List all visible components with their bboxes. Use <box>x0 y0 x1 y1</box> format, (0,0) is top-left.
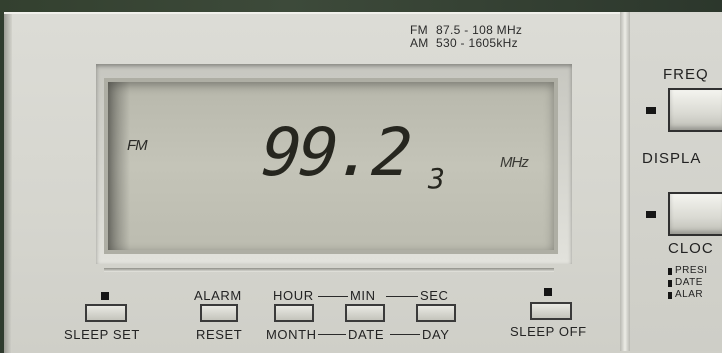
date-label: DATE <box>348 327 385 342</box>
separator-line <box>390 334 420 335</box>
day-label: DAY <box>422 327 450 342</box>
panel-divider <box>620 12 630 351</box>
hour-label: HOUR <box>273 288 314 303</box>
sleep-set-label: SLEEP SET <box>64 327 140 342</box>
list-item: DATE <box>668 277 708 289</box>
display-label: DISPLA <box>642 150 702 167</box>
list-item-label: DATE <box>675 277 703 288</box>
list-item-label: PRESI <box>675 265 708 276</box>
alarm-label: ALARM <box>194 288 242 303</box>
sleep-off-button[interactable] <box>530 302 572 320</box>
freq-button[interactable] <box>670 90 722 130</box>
sec-label: SEC <box>420 288 449 303</box>
indicator-icon <box>668 267 672 275</box>
lcd-sub-digit: 3 <box>428 162 445 195</box>
separator-line <box>386 296 418 297</box>
am-range-label: AM <box>410 36 429 50</box>
panel-left-edge <box>4 14 12 353</box>
sleep-set-led <box>101 292 109 300</box>
sleep-off-led <box>544 288 552 296</box>
indicator-icon <box>668 291 672 299</box>
separator-line <box>318 296 348 297</box>
min-date-button[interactable] <box>345 304 385 322</box>
list-item-label: ALAR <box>675 289 704 300</box>
month-label: MONTH <box>266 327 317 342</box>
lcd-band-indicator: FM <box>127 137 148 154</box>
band-range-info: FM 87.5 - 108 MHz AM 530 - 1605kHz <box>410 24 560 50</box>
alarm-reset-button[interactable] <box>200 304 238 322</box>
am-range-value: 530 - 1605kHz <box>436 36 518 50</box>
lcd-shadow <box>108 82 130 250</box>
reset-label: RESET <box>196 327 243 342</box>
display-indicator <box>646 211 656 218</box>
list-item: ALAR <box>668 289 708 301</box>
sleep-off-label: SLEEP OFF <box>510 324 587 339</box>
lcd-frequency: 99.2 <box>259 114 412 191</box>
clock-label: CLOC <box>668 240 714 257</box>
sleep-set-button[interactable] <box>85 304 127 322</box>
freq-indicator <box>646 107 656 114</box>
list-item: PRESI <box>668 265 708 277</box>
freq-label: FREQ <box>663 66 709 83</box>
lcd-ledge <box>104 268 554 272</box>
lcd-unit: MHz <box>500 154 529 171</box>
indicator-icon <box>668 279 672 287</box>
sec-day-button[interactable] <box>416 304 456 322</box>
hour-month-button[interactable] <box>274 304 314 322</box>
display-mode-list: PRESI DATE ALAR <box>668 265 708 301</box>
display-button[interactable] <box>670 194 722 234</box>
min-label: MIN <box>350 288 376 303</box>
separator-line <box>318 334 346 335</box>
